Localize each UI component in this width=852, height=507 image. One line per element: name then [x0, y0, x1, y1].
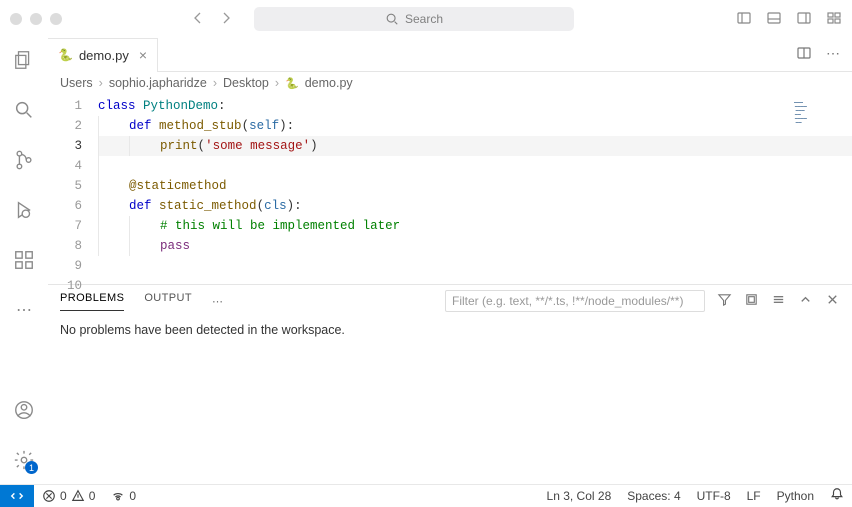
nav-buttons: [190, 10, 234, 29]
indentation-status[interactable]: Spaces: 4: [619, 489, 688, 503]
editor[interactable]: 12345678910 class PythonDemo: def method…: [48, 94, 852, 284]
layout-icon[interactable]: [826, 10, 842, 29]
code-area[interactable]: class PythonDemo: def method_stub(self):…: [98, 94, 852, 284]
breadcrumb[interactable]: Users › sophio.japharidze › Desktop › 🐍 …: [48, 72, 852, 94]
titlebar: Search: [0, 0, 852, 38]
python-icon: 🐍: [285, 77, 299, 90]
settings-badge: 1: [25, 461, 38, 474]
panel: PROBLEMS OUTPUT ⋯ No problems have been …: [48, 284, 852, 484]
line-numbers: 12345678910: [48, 94, 98, 284]
breadcrumb-item[interactable]: sophio.japharidze: [109, 76, 207, 90]
accounts-icon[interactable]: [12, 398, 36, 422]
search-placeholder: Search: [405, 12, 443, 26]
search-box[interactable]: Search: [254, 7, 574, 31]
panel-bottom-icon[interactable]: [766, 10, 782, 29]
editor-tabs: 🐍 demo.py × ⋯: [48, 38, 852, 72]
close-window[interactable]: [10, 13, 22, 25]
close-icon[interactable]: ×: [139, 47, 147, 63]
activity-bar: ⋯ 1: [0, 38, 48, 484]
chevron-right-icon: ›: [275, 76, 279, 90]
port-status[interactable]: 0: [103, 489, 144, 503]
search-icon[interactable]: [12, 98, 36, 122]
language-status[interactable]: Python: [769, 489, 822, 503]
python-icon: 🐍: [58, 48, 73, 62]
minimize-window[interactable]: [30, 13, 42, 25]
eol-status[interactable]: LF: [739, 489, 769, 503]
more-icon[interactable]: ⋯: [12, 298, 36, 322]
chevron-right-icon: ›: [99, 76, 103, 90]
problems-message: No problems have been detected in the wo…: [60, 323, 345, 337]
settings-icon[interactable]: 1: [12, 448, 36, 472]
extensions-icon[interactable]: [12, 248, 36, 272]
breadcrumb-item[interactable]: Desktop: [223, 76, 269, 90]
more-icon[interactable]: ⋯: [212, 295, 223, 308]
notifications-icon[interactable]: [822, 487, 852, 504]
maximize-window[interactable]: [50, 13, 62, 25]
forward-button[interactable]: [218, 10, 234, 29]
problems-status[interactable]: 0 0: [34, 489, 103, 503]
more-actions-icon[interactable]: ⋯: [826, 45, 840, 64]
split-editor-icon[interactable]: [796, 45, 812, 64]
encoding-status[interactable]: UTF-8: [689, 489, 739, 503]
panel-left-icon[interactable]: [736, 10, 752, 29]
panel-right-icon[interactable]: [796, 10, 812, 29]
tab-demo-py[interactable]: 🐍 demo.py ×: [48, 38, 158, 72]
cursor-position[interactable]: Ln 3, Col 28: [539, 489, 620, 503]
run-debug-icon[interactable]: [12, 198, 36, 222]
back-button[interactable]: [190, 10, 206, 29]
window-controls: [10, 13, 62, 25]
tab-label: demo.py: [79, 48, 129, 63]
explorer-icon[interactable]: [12, 48, 36, 72]
status-bar: 0 0 0 Ln 3, Col 28 Spaces: 4 UTF-8 LF Py…: [0, 484, 852, 506]
breadcrumb-item[interactable]: Users: [60, 76, 93, 90]
source-control-icon[interactable]: [12, 148, 36, 172]
chevron-right-icon: ›: [213, 76, 217, 90]
remote-button[interactable]: [0, 485, 34, 507]
minimap[interactable]: ▬▬▬ ▬▬▬▬ ▬▬▬ ▬▬ ▬▬▬▬ ▬▬: [794, 100, 844, 124]
breadcrumb-item[interactable]: demo.py: [305, 76, 353, 90]
